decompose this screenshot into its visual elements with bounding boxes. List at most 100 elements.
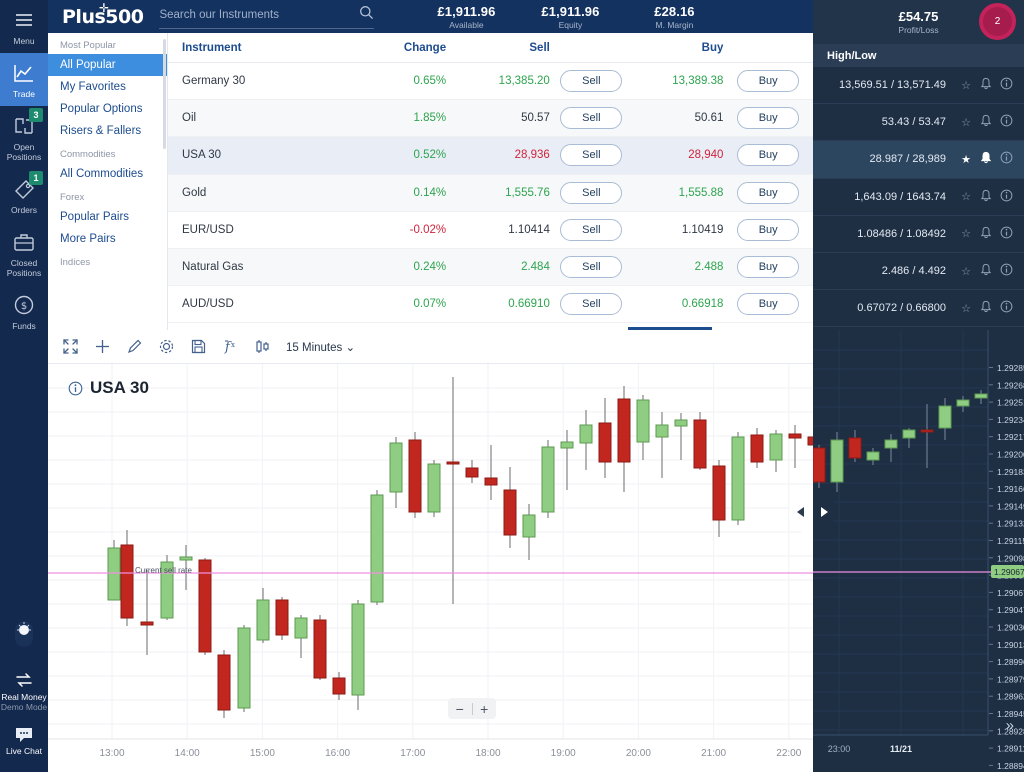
high-low-row[interactable]: 1.08486 / 1.08492 ☆ (813, 216, 1024, 253)
info-icon[interactable] (996, 77, 1016, 93)
alert-bell-icon[interactable] (976, 151, 996, 167)
rail-item-funds[interactable]: $ Funds (0, 285, 48, 338)
secondary-chart-panel[interactable]: 1.29285 1.29268 1.29251 1.29234 1.29217 1.292… (812, 330, 1024, 772)
alert-bell-icon[interactable] (976, 189, 996, 205)
sidebar-item-my-favorites[interactable]: My Favorites (48, 76, 167, 98)
crosshair-icon[interactable] (86, 330, 118, 364)
zoom-out-button[interactable]: − (448, 701, 472, 717)
chart-pager[interactable] (789, 488, 836, 535)
info-icon[interactable] (996, 226, 1016, 242)
table-row[interactable]: Germany 30 0.65% 13,385.20 Sell 13,389.38 Buy (168, 63, 813, 101)
buy-button[interactable]: Buy (737, 293, 800, 316)
buy-button[interactable]: Buy (737, 70, 800, 93)
price-chart[interactable]: 13:00 14:00 15:00 16:00 17:00 18:00 19:00 20:00… (48, 364, 813, 772)
favorite-star-icon[interactable]: ☆ (956, 227, 976, 240)
table-row[interactable]: Gold 0.14% 1,555.76 Sell 1,555.88 Buy (168, 174, 813, 212)
buy-button[interactable]: Buy (737, 144, 800, 167)
gear-icon[interactable] (150, 330, 182, 364)
pencil-icon[interactable] (118, 330, 150, 364)
buy-button[interactable]: Buy (737, 256, 800, 279)
chart-zoom-controls[interactable]: − + (448, 698, 496, 719)
rail-item-menu[interactable]: Menu (0, 0, 48, 53)
table-row[interactable]: Natural Gas 0.24% 2.484 Sell 2.488 Buy (168, 248, 813, 287)
search-input[interactable] (159, 8, 360, 21)
favorite-star-icon[interactable]: ★ (956, 153, 976, 166)
sidebar-item-risers-fallers[interactable]: Risers & Fallers (48, 120, 167, 142)
sidebar-scrollbar[interactable] (163, 39, 166, 149)
info-icon[interactable] (68, 381, 83, 396)
sell-button[interactable]: Sell (560, 107, 623, 130)
save-icon[interactable] (182, 330, 214, 364)
high-low-row[interactable]: 2.486 / 4.492 ☆ (813, 253, 1024, 291)
buy-button[interactable]: Buy (737, 107, 800, 130)
column-header-instrument[interactable]: Instrument (168, 42, 369, 54)
high-low-value: 2.486 / 4.492 (881, 265, 946, 278)
sidebar-item-popular-pairs[interactable]: Popular Pairs (48, 206, 167, 228)
column-header-buy[interactable]: Buy (633, 42, 724, 54)
cell-sell-price: 28,936 (514, 149, 550, 162)
cell-instrument: Germany 30 (182, 75, 246, 88)
table-row[interactable]: EUR/USD -0.02% 1.10414 Sell 1.10419 Buy (168, 211, 813, 249)
brand-logo[interactable]: Plus500 ✛ (62, 1, 144, 28)
theme-toggle-button[interactable] (0, 613, 48, 666)
high-low-row[interactable]: 1,643.09 / 1643.74 ☆ (813, 179, 1024, 216)
favorite-star-icon[interactable]: ☆ (956, 265, 976, 278)
timeframe-selector[interactable]: 15 Minutes ⌄ (286, 340, 355, 354)
buy-button[interactable]: Buy (737, 218, 800, 241)
alert-bell-icon[interactable] (976, 114, 996, 130)
rail-item-closed-positions[interactable]: Closed Positions (0, 222, 48, 285)
sidebar-item-all-commodities[interactable]: All Commodities (48, 163, 167, 185)
sell-button[interactable]: Sell (560, 256, 623, 279)
high-low-row[interactable]: 28.987 / 28,989 ★ (813, 141, 1024, 179)
column-header-sell[interactable]: Sell (446, 42, 549, 54)
sell-button[interactable]: Sell (560, 181, 623, 204)
alert-bell-icon[interactable] (976, 263, 996, 279)
sell-button[interactable]: Sell (560, 293, 623, 316)
x-axis-tick-label: 21:00 (701, 748, 726, 759)
favorite-star-icon[interactable]: ☆ (956, 302, 976, 315)
table-row[interactable]: AUD/USD 0.07% 0.66910 Sell 0.66918 Buy (168, 286, 813, 324)
x-axis-tick-label: 23:00 (828, 744, 851, 754)
favorite-star-icon[interactable]: ☆ (956, 190, 976, 203)
high-low-row[interactable]: 13,569.51 / 13,571.49 ☆ (813, 67, 1024, 105)
sidebar-item-more-pairs[interactable]: More Pairs (48, 228, 167, 250)
rail-item-orders[interactable]: 1 Orders (0, 169, 48, 222)
info-icon[interactable] (996, 189, 1016, 205)
rail-item-trade[interactable]: Trade (0, 53, 48, 106)
info-icon[interactable] (996, 151, 1016, 167)
function-icon[interactable]: fx (214, 330, 246, 364)
alert-bell-icon[interactable] (976, 226, 996, 242)
table-row[interactable]: USA 30 0.52% 28,936 Sell 28,940 Buy (168, 137, 813, 175)
x-axis-tick-label: 17:00 (400, 748, 425, 759)
notification-badge[interactable]: 2 (979, 3, 1016, 40)
favorite-star-icon[interactable]: ☆ (956, 79, 976, 92)
info-icon[interactable] (996, 300, 1016, 316)
sell-button[interactable]: Sell (560, 218, 623, 241)
fullscreen-icon[interactable] (54, 330, 86, 364)
live-chat-button[interactable]: Live Chat (0, 722, 48, 766)
sell-button[interactable]: Sell (560, 70, 623, 93)
zoom-in-button[interactable]: + (473, 701, 497, 717)
column-header-change[interactable]: Change (369, 42, 446, 54)
account-mode-toggle[interactable]: Real Money Demo Mode (0, 666, 48, 722)
rail-item-label-line2: Positions (6, 268, 42, 278)
buy-button[interactable]: Buy (737, 181, 800, 204)
alert-bell-icon[interactable] (976, 300, 996, 316)
table-row[interactable]: Oil 1.85% 50.57 Sell 50.61 Buy (168, 100, 813, 138)
info-icon[interactable] (996, 114, 1016, 130)
secondary-candlestick-canvas[interactable]: 1.29285 1.29268 1.29251 1.29234 1.29217 1.292… (812, 330, 1024, 772)
sell-button[interactable]: Sell (560, 144, 623, 167)
high-low-row[interactable]: 0.67072 / 0.66800 ☆ (813, 290, 1024, 328)
search-box[interactable] (159, 5, 375, 29)
candle-type-icon[interactable] (246, 330, 278, 364)
info-icon[interactable] (996, 263, 1016, 279)
favorite-star-icon[interactable]: ☆ (956, 116, 976, 129)
alert-bell-icon[interactable] (976, 77, 996, 93)
search-icon[interactable] (359, 5, 374, 25)
sidebar-item-all-popular[interactable]: All Popular (48, 54, 167, 76)
page-title: USA 30 (90, 378, 149, 397)
expand-panel-button[interactable]: » (1006, 717, 1014, 734)
high-low-row[interactable]: 53.43 / 53.47 ☆ (813, 104, 1024, 142)
sidebar-item-popular-options[interactable]: Popular Options (48, 98, 167, 120)
rail-item-open-positions[interactable]: 3 Open Positions (0, 106, 48, 169)
